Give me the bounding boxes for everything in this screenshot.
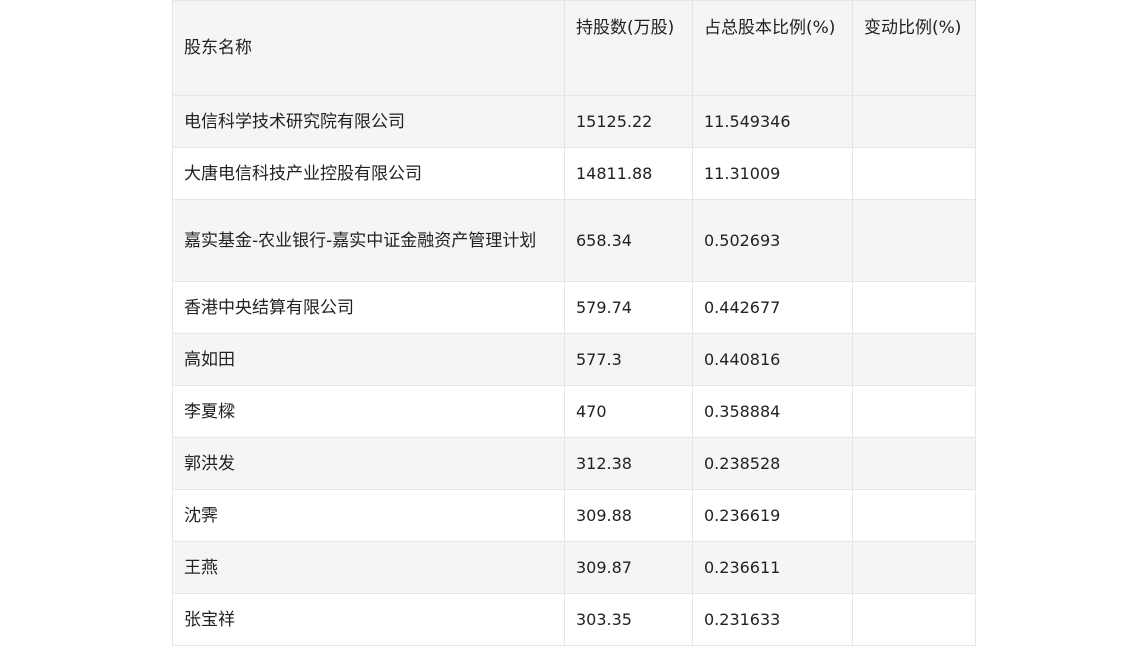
cell-share-ratio: 0.440816 [692,333,853,386]
cell-shareholder-name: 王燕 [172,541,565,594]
cell-change-ratio [852,281,976,334]
table-row: 李夏樑 470 0.358884 [172,385,976,438]
header-change-ratio: 变动比例(%) [852,0,976,96]
table-row: 电信科学技术研究院有限公司 15125.22 11.549346 [172,95,976,148]
table-row: 大唐电信科技产业控股有限公司 14811.88 11.31009 [172,147,976,200]
cell-change-ratio [852,541,976,594]
cell-shareholder-name: 嘉实基金-农业银行-嘉实中证金融资产管理计划 [172,199,565,282]
cell-shares-held: 15125.22 [564,95,693,148]
table-row: 王燕 309.87 0.236611 [172,541,976,594]
table-body: 电信科学技术研究院有限公司 15125.22 11.549346 大唐电信科技产… [172,95,976,646]
cell-shares-held: 577.3 [564,333,693,386]
header-row: 股东名称 持股数(万股) 占总股本比例(%) 变动比例(%) [172,0,976,96]
cell-change-ratio [852,593,976,646]
cell-change-ratio [852,437,976,490]
cell-share-ratio: 0.358884 [692,385,853,438]
cell-share-ratio: 0.231633 [692,593,853,646]
table-row: 高如田 577.3 0.440816 [172,333,976,386]
cell-shares-held: 312.38 [564,437,693,490]
cell-change-ratio [852,333,976,386]
header-share-ratio: 占总股本比例(%) [692,0,853,96]
cell-shareholder-name: 张宝祥 [172,593,565,646]
table-row: 张宝祥 303.35 0.231633 [172,593,976,646]
cell-share-ratio: 0.236611 [692,541,853,594]
cell-share-ratio: 0.238528 [692,437,853,490]
cell-change-ratio [852,95,976,148]
table-header: 股东名称 持股数(万股) 占总股本比例(%) 变动比例(%) [172,0,976,96]
table-row: 香港中央结算有限公司 579.74 0.442677 [172,281,976,334]
cell-change-ratio [852,385,976,438]
cell-share-ratio: 11.31009 [692,147,853,200]
cell-share-ratio: 0.502693 [692,199,853,282]
cell-shares-held: 303.35 [564,593,693,646]
cell-shareholder-name: 香港中央结算有限公司 [172,281,565,334]
cell-shareholder-name: 沈霁 [172,489,565,542]
cell-share-ratio: 0.442677 [692,281,853,334]
cell-shares-held: 14811.88 [564,147,693,200]
cell-shares-held: 579.74 [564,281,693,334]
header-shares-held: 持股数(万股) [564,0,693,96]
cell-shares-held: 309.88 [564,489,693,542]
cell-shareholder-name: 高如田 [172,333,565,386]
cell-shareholder-name: 李夏樑 [172,385,565,438]
cell-change-ratio [852,199,976,282]
cell-shareholder-name: 大唐电信科技产业控股有限公司 [172,147,565,200]
cell-shareholder-name: 电信科学技术研究院有限公司 [172,95,565,148]
table-row: 嘉实基金-农业银行-嘉实中证金融资产管理计划 658.34 0.502693 [172,199,976,282]
cell-share-ratio: 0.236619 [692,489,853,542]
cell-shares-held: 309.87 [564,541,693,594]
table-row: 沈霁 309.88 0.236619 [172,489,976,542]
cell-shares-held: 658.34 [564,199,693,282]
cell-share-ratio: 11.549346 [692,95,853,148]
cell-shareholder-name: 郭洪发 [172,437,565,490]
shareholder-table-container: 股东名称 持股数(万股) 占总股本比例(%) 变动比例(%) 电信科学技术研究院… [172,0,976,646]
cell-change-ratio [852,147,976,200]
shareholder-table: 股东名称 持股数(万股) 占总股本比例(%) 变动比例(%) 电信科学技术研究院… [172,0,976,646]
cell-change-ratio [852,489,976,542]
cell-shares-held: 470 [564,385,693,438]
table-row: 郭洪发 312.38 0.238528 [172,437,976,490]
header-shareholder-name: 股东名称 [172,0,565,96]
